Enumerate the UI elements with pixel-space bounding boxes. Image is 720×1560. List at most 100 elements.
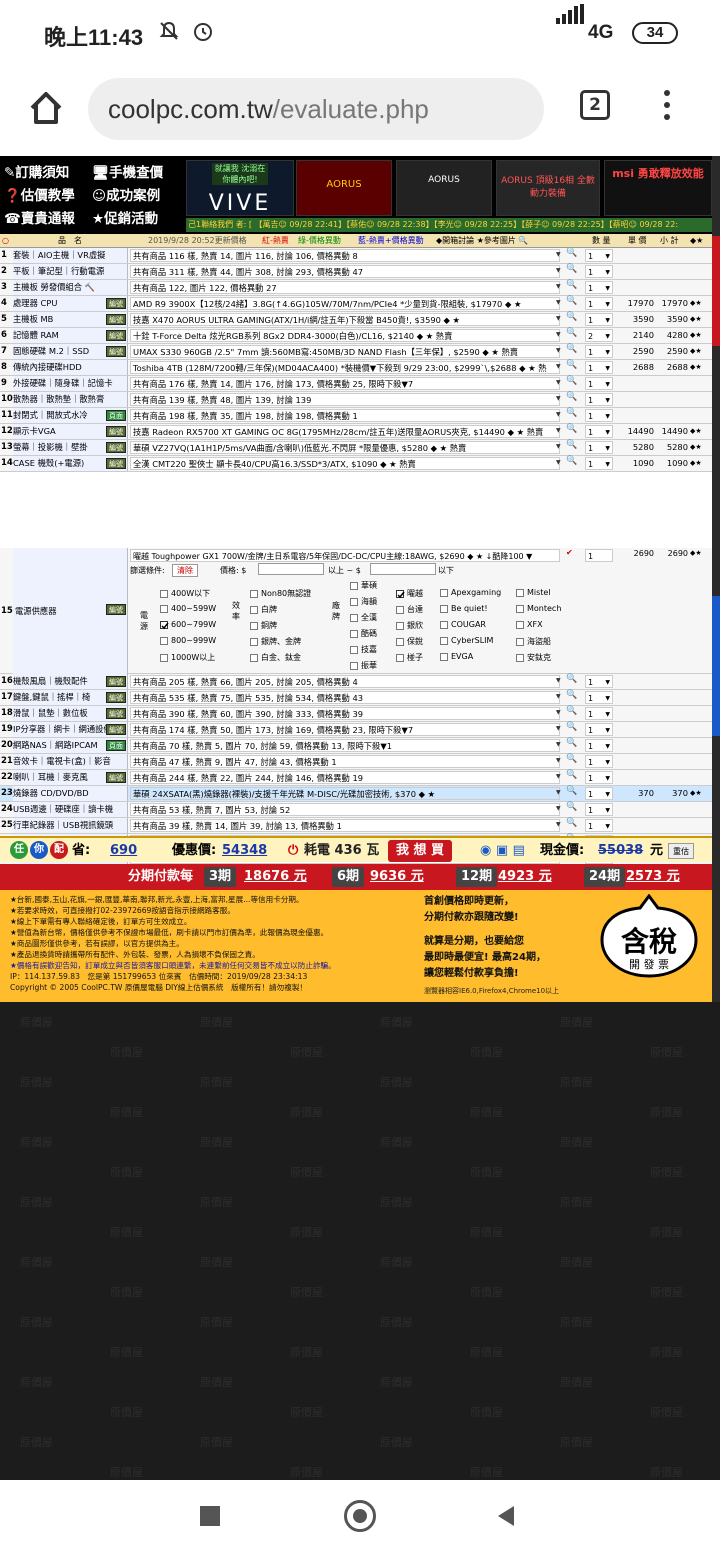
quantity-select[interactable]: 1▼ bbox=[585, 723, 613, 736]
header-nav-link[interactable]: ✎訂購須知 bbox=[4, 162, 92, 185]
tag-badge[interactable]: 編號 bbox=[106, 314, 126, 325]
product-select[interactable]: 共有商品 198 樣, 熱賣 35, 圖片 198, 討論 198, 價格異動 … bbox=[130, 409, 560, 422]
filter-checkbox[interactable]: 1000W以上 bbox=[160, 652, 215, 663]
filter-checkbox[interactable]: EVGA bbox=[440, 652, 473, 661]
quantity-select[interactable]: 1▼ bbox=[585, 313, 613, 326]
filter-checkbox[interactable]: 海盜船 bbox=[516, 636, 551, 647]
filter-checkbox[interactable]: 白牌 bbox=[250, 604, 277, 615]
quantity-select[interactable]: 1▼ bbox=[585, 457, 613, 470]
quantity-select[interactable]: 1▼ bbox=[585, 425, 613, 438]
filter-checkbox[interactable]: Apexgaming bbox=[440, 588, 501, 597]
search-icon[interactable]: 🔍 bbox=[566, 818, 577, 828]
search-icon[interactable]: 🔍 bbox=[566, 722, 577, 732]
quantity-select[interactable]: 1▼ bbox=[585, 249, 613, 262]
quantity-select[interactable]: 1▼ bbox=[585, 265, 613, 278]
tag-badge[interactable]: 編號 bbox=[106, 458, 126, 469]
search-icon[interactable]: 🔍 bbox=[566, 738, 577, 748]
filter-checkbox[interactable]: 銅牌 bbox=[250, 620, 277, 631]
dropdown-arrow-icon[interactable]: ▼ bbox=[556, 251, 561, 258]
filter-checkbox[interactable]: Montech bbox=[516, 604, 561, 613]
dropdown-arrow-icon[interactable]: ▼ bbox=[556, 805, 561, 812]
banner-vive[interactable]: 就讓我 沈溺在你體內吧! VIVE bbox=[186, 160, 294, 216]
tag-badge[interactable]: 編號 bbox=[106, 330, 126, 341]
quantity-select[interactable]: 1▼ bbox=[585, 739, 613, 752]
price-max-input[interactable] bbox=[370, 563, 436, 575]
dropdown-arrow-icon[interactable]: ▼ bbox=[556, 363, 561, 370]
dropdown-arrow-icon[interactable]: ▼ bbox=[556, 725, 561, 732]
filter-checkbox[interactable]: 台達 bbox=[396, 604, 423, 615]
filter-checkbox[interactable]: 800~999W bbox=[160, 636, 216, 645]
product-select[interactable]: 共有商品 390 樣, 熱賣 60, 圖片 390, 討論 333, 價格異動 … bbox=[130, 707, 560, 720]
recents-button[interactable] bbox=[200, 1506, 220, 1526]
product-select[interactable]: 共有商品 39 樣, 熱賣 14, 圖片 39, 討論 13, 價格異動 1 bbox=[130, 819, 560, 832]
tag-badge[interactable]: 編號 bbox=[106, 676, 126, 687]
recalculate-button[interactable]: 重估 bbox=[668, 843, 694, 859]
quantity-select[interactable]: 2 ▼ bbox=[585, 329, 613, 342]
category-label[interactable]: 散熱器｜散熱墊｜散熱膏 bbox=[13, 392, 128, 407]
quantity-select[interactable]: 1▼ bbox=[585, 409, 613, 422]
quantity-select[interactable]: 1▼ bbox=[585, 675, 613, 688]
url-bar[interactable]: coolpc.com.tw/evaluate.php bbox=[88, 78, 544, 140]
product-select[interactable]: 共有商品 116 樣, 熱賣 14, 圖片 116, 討論 106, 價格異動 … bbox=[130, 249, 560, 262]
dropdown-arrow-icon[interactable]: ▼ bbox=[556, 379, 561, 386]
search-icon[interactable]: 🔍 bbox=[566, 674, 577, 684]
search-icon[interactable]: 🔍 bbox=[566, 392, 577, 402]
filter-checkbox[interactable]: 曜越 bbox=[396, 588, 423, 599]
filter-checkbox[interactable]: Non80無認證 bbox=[250, 588, 311, 599]
category-label[interactable]: 燒錄器 CD/DVD/BD bbox=[13, 786, 128, 801]
filter-checkbox[interactable]: Be quiet! bbox=[440, 604, 488, 613]
quantity-select[interactable]: 1▼ bbox=[585, 819, 613, 832]
product-select[interactable]: 共有商品 53 樣, 熱賣 7, 圖片 53, 討論 52 bbox=[130, 803, 560, 816]
search-icon[interactable]: 🔍 bbox=[566, 770, 577, 780]
quantity-select[interactable]: 1 bbox=[585, 549, 613, 562]
filter-checkbox[interactable]: 海韻 bbox=[350, 596, 377, 607]
product-select[interactable]: 共有商品 311 樣, 熱賣 44, 圖片 308, 討論 293, 價格異動 … bbox=[130, 265, 560, 278]
quantity-select[interactable]: 1▼ bbox=[585, 691, 613, 704]
product-select[interactable]: 共有商品 176 樣, 熱賣 14, 圖片 176, 討論 173, 價格異動 … bbox=[130, 377, 560, 390]
tag-badge[interactable]: 編號 bbox=[106, 426, 126, 437]
dropdown-arrow-icon[interactable]: ▼ bbox=[556, 677, 561, 684]
dropdown-arrow-icon[interactable]: ▼ bbox=[556, 299, 561, 306]
filter-checkbox[interactable]: 酷碼 bbox=[350, 628, 377, 639]
product-select[interactable]: AMD R9 3900X【12核/24緒】3.8G(↑4.6G)105W/70M… bbox=[130, 297, 560, 310]
banner-ad-3[interactable]: AORUS bbox=[396, 160, 492, 216]
dropdown-arrow-icon[interactable]: ▼ bbox=[556, 427, 561, 434]
dropdown-arrow-icon[interactable]: ▼ bbox=[556, 443, 561, 450]
search-icon[interactable]: 🔍 bbox=[566, 280, 577, 290]
tag-badge[interactable]: 編號 bbox=[106, 772, 126, 783]
product-select[interactable]: UMAX S330 960GB /2.5" 7mm 讀:560MB寫:450MB… bbox=[130, 345, 560, 358]
tag-badge[interactable]: 編號 bbox=[106, 442, 126, 453]
category-label[interactable]: 傳統內接硬碟HDD bbox=[13, 360, 128, 375]
tag-badge[interactable]: 頁面 bbox=[106, 410, 126, 421]
quantity-select[interactable]: 1▼ bbox=[585, 281, 613, 294]
price-min-input[interactable] bbox=[258, 563, 324, 575]
filter-checkbox[interactable]: 椪子 bbox=[396, 652, 423, 663]
tag-badge[interactable]: 編號 bbox=[106, 708, 126, 719]
product-select[interactable]: 曜越 Toughpower GX1 700W/金牌/主日系電容/5年保固/DC-… bbox=[130, 549, 560, 562]
back-button[interactable] bbox=[494, 1504, 518, 1528]
header-nav-link[interactable]: ☎賣貴通報 bbox=[4, 208, 92, 231]
buy-button[interactable]: 我 想 買 bbox=[388, 840, 453, 862]
product-select[interactable]: 技嘉 X470 AORUS ULTRA GAMING(ATX/1H/ⅰ網/註五年… bbox=[130, 313, 560, 326]
tab-switcher-button[interactable]: 2 bbox=[580, 90, 610, 120]
product-select[interactable]: 共有商品 174 樣, 熱賣 50, 圖片 173, 討論 169, 價格異動 … bbox=[130, 723, 560, 736]
dropdown-arrow-icon[interactable]: ▼ bbox=[556, 773, 561, 780]
filter-checkbox[interactable]: 400W以下 bbox=[160, 588, 210, 599]
dropdown-arrow-icon[interactable]: ▼ bbox=[556, 741, 561, 748]
search-icon[interactable]: 🔍 bbox=[566, 360, 577, 370]
quantity-select[interactable]: 1▼ bbox=[585, 393, 613, 406]
quantity-select[interactable]: 1▼ bbox=[585, 803, 613, 816]
product-select[interactable]: 共有商品 139 樣, 熱賣 48, 圖片 139, 討論 139 bbox=[130, 393, 560, 406]
filter-checkbox[interactable]: 安鈦克 bbox=[516, 652, 551, 663]
dropdown-arrow-icon[interactable]: ▼ bbox=[556, 693, 561, 700]
filter-checkbox[interactable]: XFX bbox=[516, 620, 543, 629]
filter-checkbox[interactable]: 銀欣 bbox=[396, 620, 423, 631]
tag-badge[interactable]: 編號 bbox=[106, 692, 126, 703]
search-icon[interactable]: 🔍 bbox=[566, 264, 577, 274]
dropdown-arrow-icon[interactable]: ▼ bbox=[556, 757, 561, 764]
search-icon[interactable]: 🔍 bbox=[566, 248, 577, 258]
category-label[interactable]: USB週邊｜硬碟座｜讀卡機 bbox=[13, 802, 128, 817]
filter-checkbox[interactable]: CyberSLIM bbox=[440, 636, 493, 645]
dropdown-arrow-icon[interactable]: ▼ bbox=[556, 315, 561, 322]
header-nav-link[interactable]: ❓估價教學 bbox=[4, 185, 92, 208]
